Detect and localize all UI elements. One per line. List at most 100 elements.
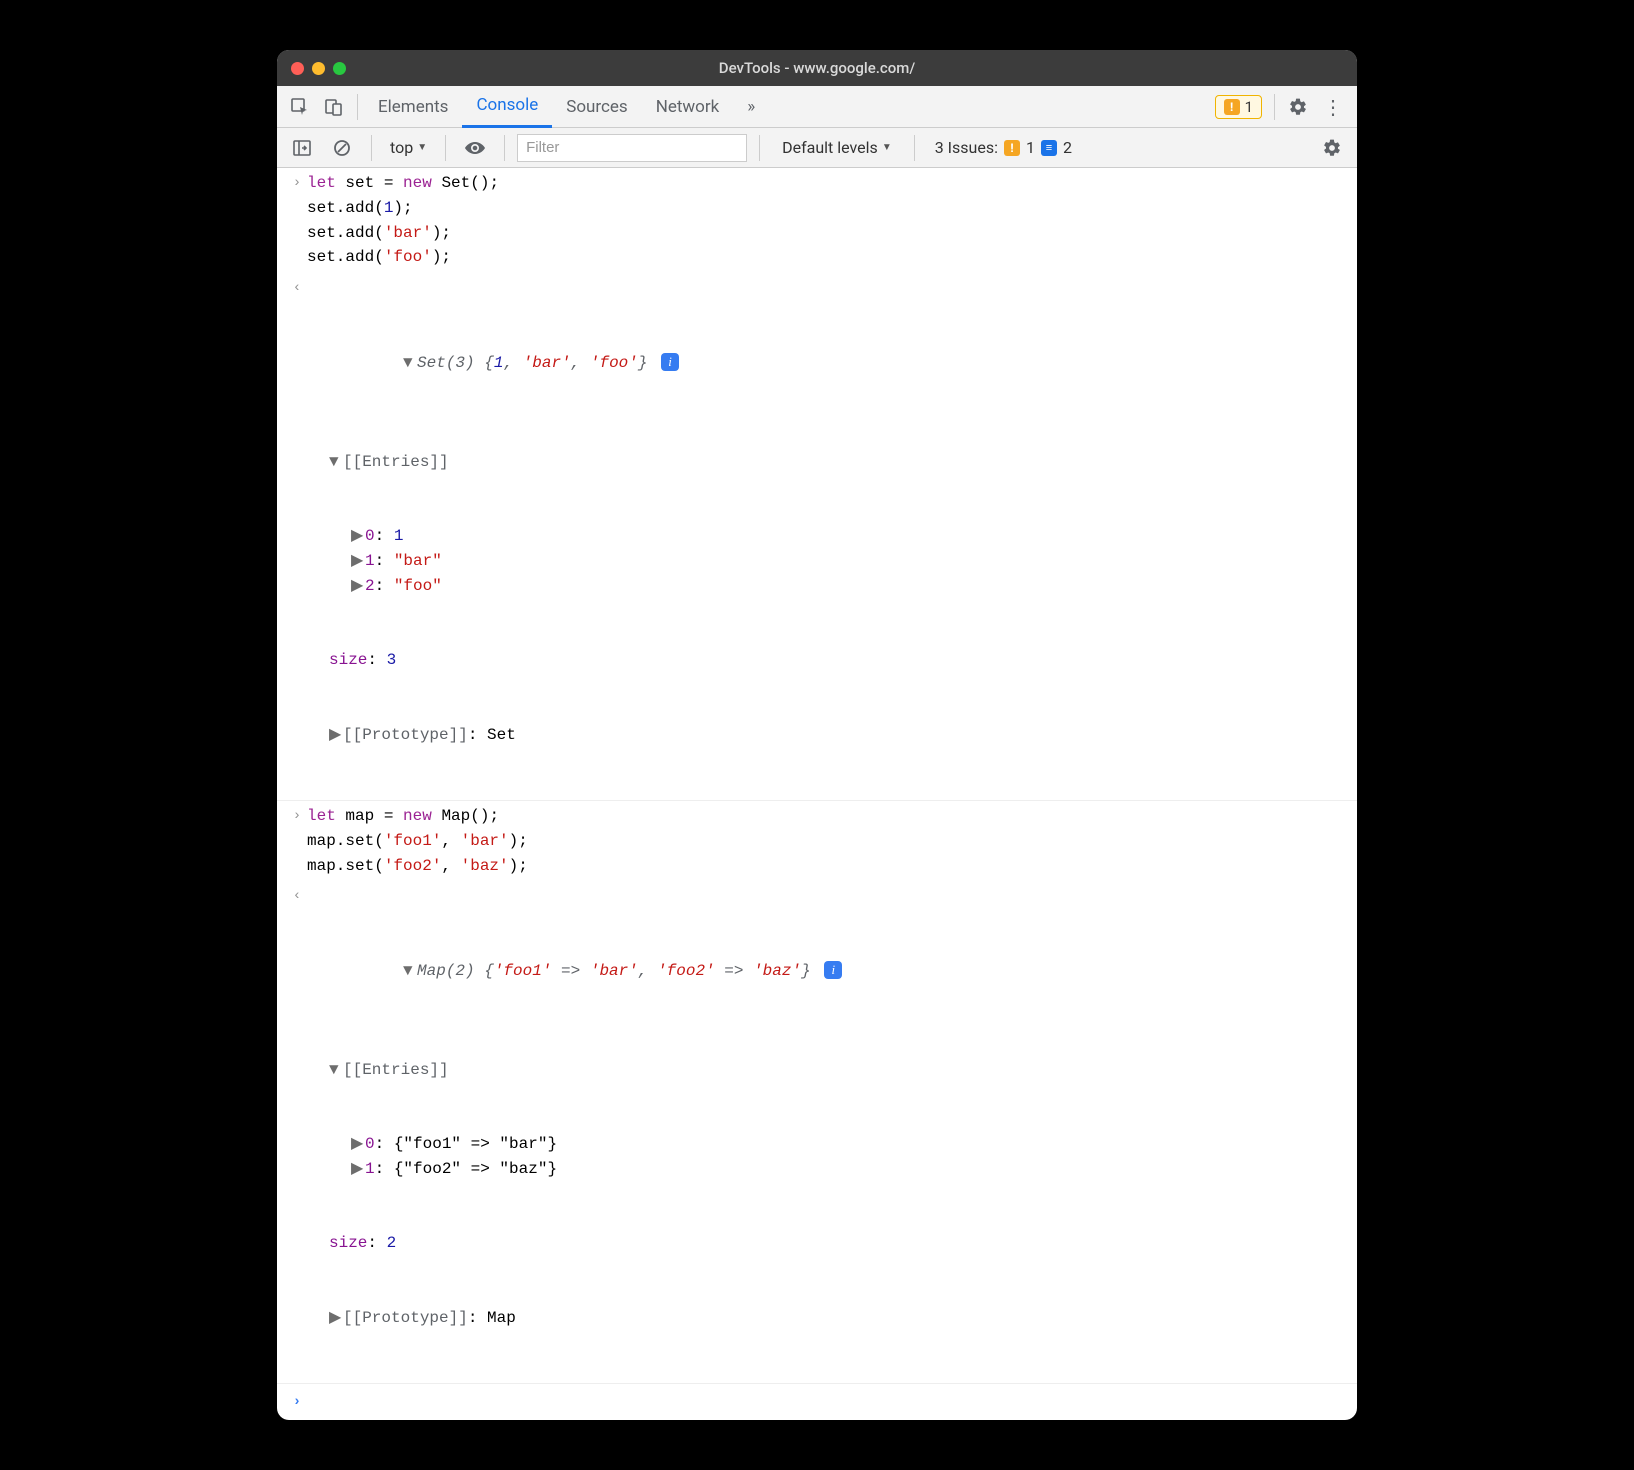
issues-label: 3 Issues:	[935, 138, 998, 157]
entries-label: [[Entries]]	[343, 1061, 449, 1079]
tabs-overflow[interactable]: »	[733, 86, 769, 128]
expand-arrow-icon[interactable]: ▶	[351, 524, 365, 549]
console-output-row[interactable]: ‹ ▼Set(3) {1, 'bar', 'foo'} i ▼[[Entries…	[277, 273, 1357, 801]
entry-row[interactable]: ▶1: "bar"	[307, 549, 1347, 574]
output-chevron-icon: ‹	[287, 276, 307, 300]
expand-arrow-icon[interactable]: ▼	[329, 450, 343, 475]
message-icon: ≡	[1041, 140, 1057, 156]
size-key: size	[329, 651, 367, 669]
panel-tabs: Elements Console Sources Network »	[364, 86, 769, 128]
chevron-down-icon: ▼	[882, 142, 892, 153]
console-settings-icon[interactable]	[1315, 132, 1349, 164]
settings-icon[interactable]	[1281, 91, 1315, 123]
issues-summary[interactable]: 3 Issues: ! 1 ≡ 2	[927, 138, 1080, 157]
tab-elements[interactable]: Elements	[364, 86, 462, 128]
tab-console[interactable]: Console	[462, 86, 552, 128]
expand-arrow-icon[interactable]: ▶	[329, 723, 343, 748]
divider	[357, 94, 358, 120]
entry-value: {"foo1" => "bar"}	[394, 1135, 557, 1153]
value: 'baz'	[753, 962, 801, 980]
entry-value: 1	[394, 527, 404, 545]
input-chevron-icon: ›	[287, 804, 307, 828]
log-levels-selector[interactable]: Default levels ▼	[772, 138, 902, 157]
value: 'foo'	[590, 354, 638, 372]
entry-key: 0	[365, 527, 375, 545]
prototype-value: Set	[487, 726, 516, 744]
entry-row[interactable]: ▶1: {"foo2" => "baz"}	[307, 1157, 1347, 1182]
value: 'bar'	[523, 354, 571, 372]
warning-count: 1	[1245, 98, 1253, 116]
object-tail: }	[638, 354, 648, 372]
code-input: let map = new Map(); map.set('foo1', 'ba…	[307, 804, 1347, 878]
entry-key: 1	[365, 552, 375, 570]
divider	[445, 135, 446, 161]
size-value: 3	[387, 651, 397, 669]
key: 'foo2'	[657, 962, 715, 980]
titlebar: DevTools - www.google.com/	[277, 50, 1357, 86]
devtools-window: DevTools - www.google.com/ Elements Cons…	[277, 50, 1357, 1420]
expand-arrow-icon[interactable]: ▼	[403, 959, 417, 984]
warning-icon: !	[1004, 140, 1020, 156]
colon: :	[468, 1309, 487, 1327]
sidebar-toggle-icon[interactable]	[285, 132, 319, 164]
eye-icon[interactable]	[458, 132, 492, 164]
warnings-badge[interactable]: ! 1	[1215, 95, 1262, 119]
console-input-row[interactable]: › let set = new Set(); set.add(1); set.a…	[277, 168, 1357, 273]
device-toggle-icon[interactable]	[317, 91, 351, 123]
expand-arrow-icon[interactable]: ▶	[351, 1132, 365, 1157]
key: 'foo1'	[494, 962, 552, 980]
size-value: 2	[387, 1234, 397, 1252]
context-selector[interactable]: top ▼	[384, 138, 433, 157]
entry-row[interactable]: ▶2: "foo"	[307, 574, 1347, 599]
input-chevron-icon: ›	[287, 171, 307, 195]
divider	[759, 135, 760, 161]
tab-network[interactable]: Network	[642, 86, 734, 128]
main-toolbar: Elements Console Sources Network » ! 1 ⋮	[277, 86, 1357, 128]
entry-key: 1	[365, 1160, 375, 1178]
object-head: Set(3) {	[417, 354, 494, 372]
entry-value: "bar"	[394, 552, 442, 570]
info-icon[interactable]: i	[824, 961, 842, 979]
clear-console-icon[interactable]	[325, 132, 359, 164]
console-filterbar: top ▼ Default levels ▼ 3 Issues: ! 1 ≡ 2	[277, 128, 1357, 168]
window-title: DevTools - www.google.com/	[277, 59, 1357, 77]
info-icon[interactable]: i	[661, 353, 679, 371]
console-prompt[interactable]: ›	[277, 1384, 1357, 1420]
prototype-label: [[Prototype]]	[343, 1309, 468, 1327]
entries-label: [[Entries]]	[343, 453, 449, 471]
console-input-row[interactable]: › let map = new Map(); map.set('foo1', '…	[277, 801, 1357, 881]
arrow-text: =>	[551, 962, 589, 980]
expand-arrow-icon[interactable]: ▼	[403, 351, 417, 376]
expand-arrow-icon[interactable]: ▶	[351, 574, 365, 599]
object-tail: }	[801, 962, 811, 980]
context-label: top	[390, 138, 413, 157]
issues-warn-count: 1	[1026, 138, 1035, 157]
divider	[1274, 94, 1275, 120]
entry-row[interactable]: ▶0: {"foo1" => "bar"}	[307, 1132, 1347, 1157]
prompt-chevron-icon: ›	[287, 1390, 307, 1414]
object-preview: ▼Set(3) {1, 'bar', 'foo'} i ▼[[Entries]]…	[307, 276, 1347, 797]
warning-icon: !	[1224, 99, 1240, 115]
expand-arrow-icon[interactable]: ▼	[329, 1058, 343, 1083]
prototype-label: [[Prototype]]	[343, 726, 468, 744]
entry-key: 2	[365, 577, 375, 595]
levels-label: Default levels	[782, 138, 878, 157]
arrow-text: =>	[715, 962, 753, 980]
filter-input[interactable]	[517, 134, 747, 162]
inspect-icon[interactable]	[283, 91, 317, 123]
entry-row[interactable]: ▶0: 1	[307, 524, 1347, 549]
comma: ,	[571, 354, 590, 372]
expand-arrow-icon[interactable]: ▶	[351, 1157, 365, 1182]
comma: ,	[503, 354, 522, 372]
colon: :	[367, 651, 386, 669]
chevron-down-icon: ▼	[417, 142, 427, 153]
expand-arrow-icon[interactable]: ▶	[329, 1306, 343, 1331]
output-chevron-icon: ‹	[287, 884, 307, 908]
comma: ,	[638, 962, 657, 980]
more-menu-icon[interactable]: ⋮	[1315, 95, 1351, 119]
prototype-value: Map	[487, 1309, 516, 1327]
expand-arrow-icon[interactable]: ▶	[351, 549, 365, 574]
tab-sources[interactable]: Sources	[552, 86, 641, 128]
console-output-row[interactable]: ‹ ▼Map(2) {'foo1' => 'bar', 'foo2' => 'b…	[277, 881, 1357, 1384]
size-key: size	[329, 1234, 367, 1252]
